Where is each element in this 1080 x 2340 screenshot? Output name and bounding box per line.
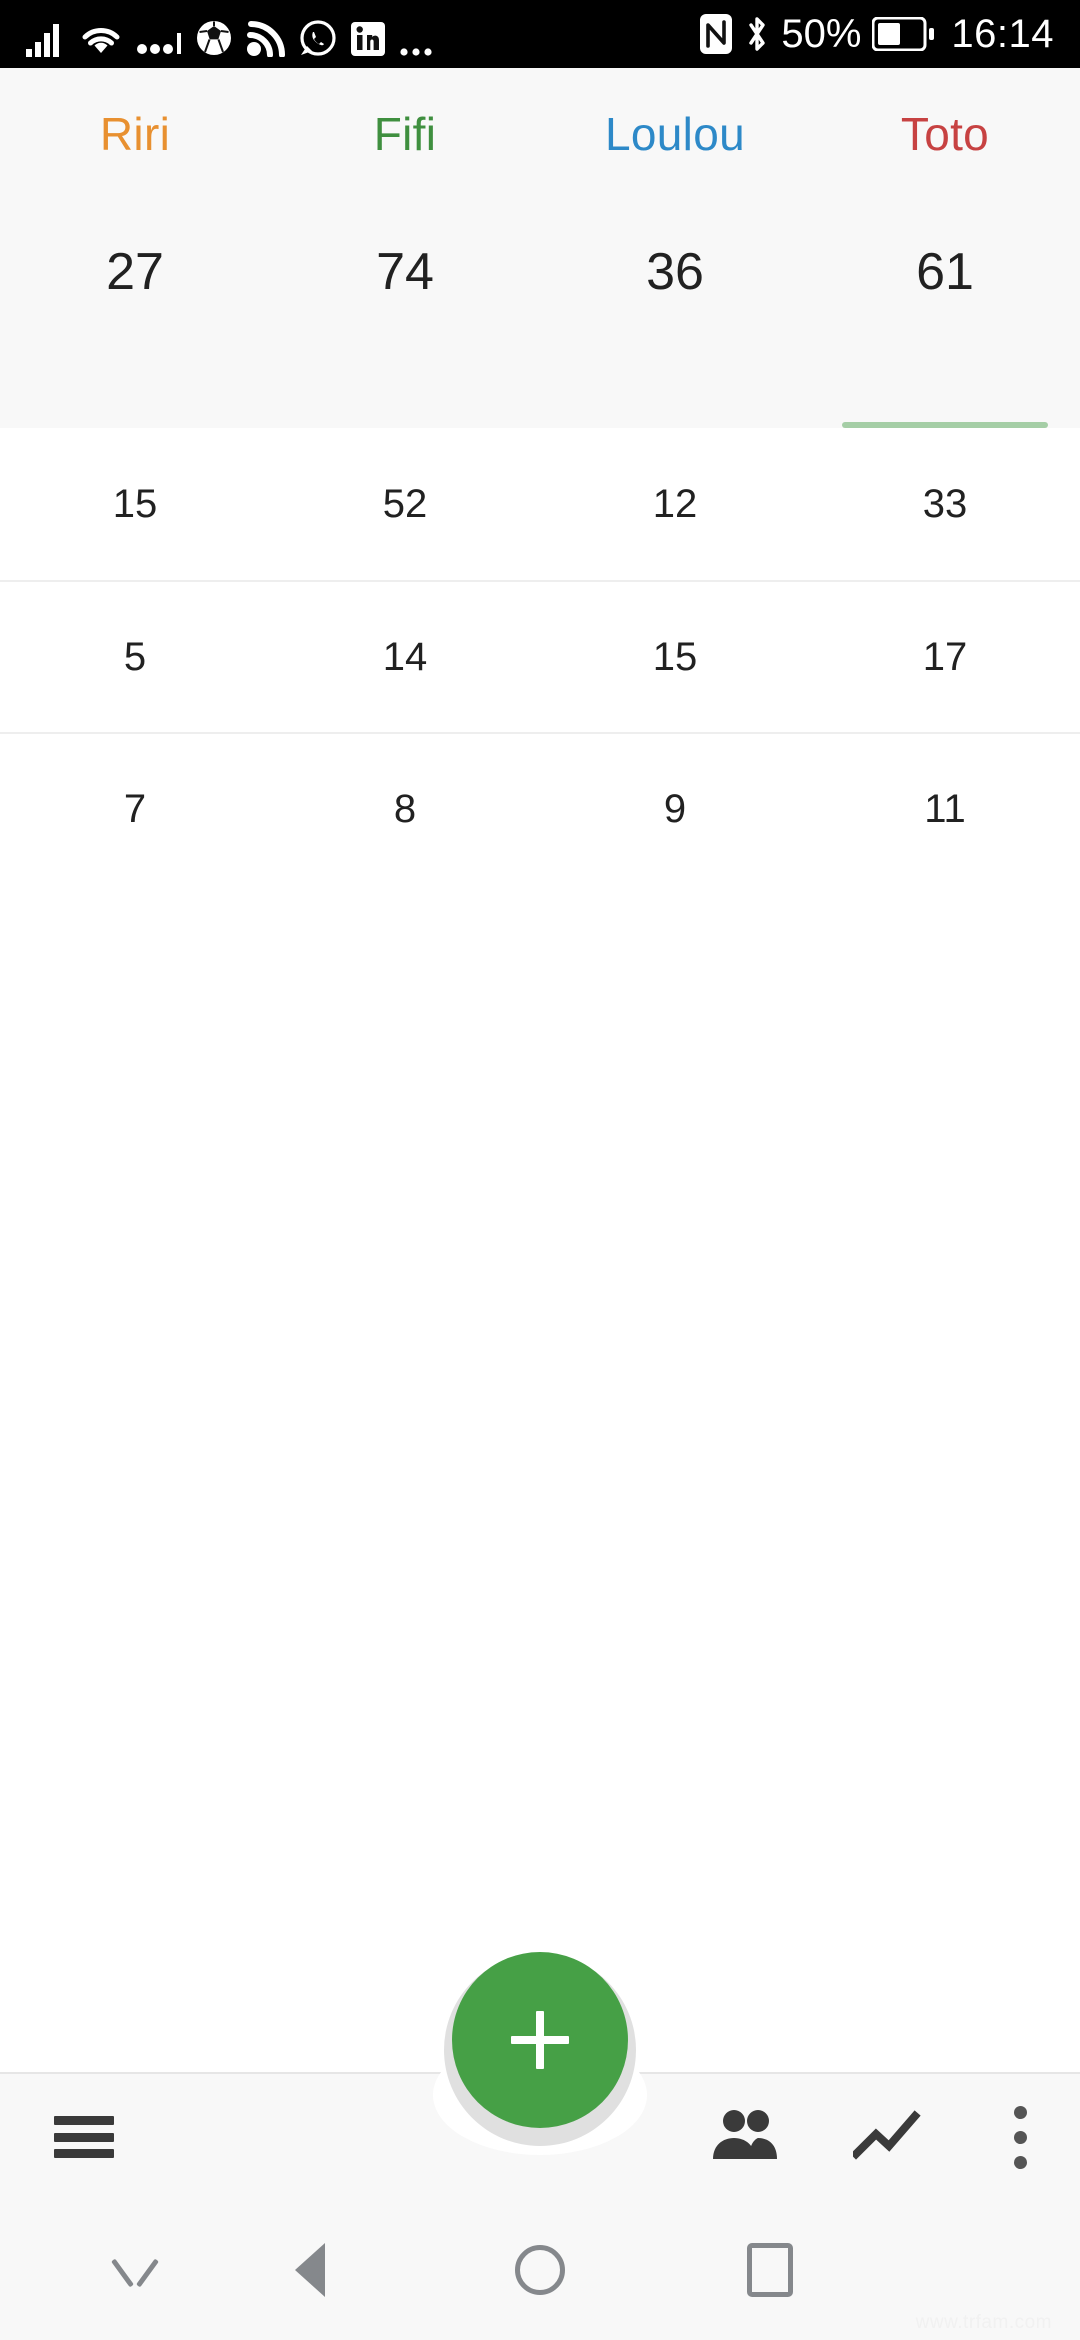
table-cell-value: 15 <box>112 481 158 526</box>
table-cell[interactable]: 33 <box>810 428 1080 580</box>
table-cell[interactable]: 7 <box>0 734 270 884</box>
android-navigation-bar: www.trfam.com <box>0 2200 1080 2340</box>
hide-navbar-button[interactable] <box>50 2200 220 2340</box>
total-cell-fifi[interactable]: 74 <box>270 200 540 428</box>
total-value-toto: 61 <box>916 243 974 301</box>
recents-square-icon <box>747 2243 793 2297</box>
home-button[interactable] <box>455 2200 625 2340</box>
add-fab-button[interactable] <box>452 1952 628 2128</box>
whatsapp-icon <box>299 19 337 57</box>
total-value-fifi: 74 <box>376 243 434 301</box>
hamburger-menu-icon <box>54 2116 114 2158</box>
wifi-icon <box>79 23 123 57</box>
more-notifications-icon <box>399 43 435 57</box>
tab-loulou[interactable]: Loulou <box>540 68 810 200</box>
table-cell-value: 15 <box>652 634 698 679</box>
tab-riri[interactable]: Riri <box>0 68 270 200</box>
table-cell-value: 11 <box>924 786 966 831</box>
tab-bar: Riri Fifi Loulou Toto <box>0 68 1080 200</box>
home-circle-icon <box>515 2245 565 2295</box>
table-cell[interactable]: 11 <box>810 734 1080 884</box>
back-triangle-icon <box>295 2243 325 2297</box>
data-table: 15 52 12 33 5 14 15 17 7 8 9 11 <box>0 428 1080 884</box>
tab-riri-label: Riri <box>99 108 171 160</box>
table-cell[interactable]: 17 <box>810 582 1080 732</box>
table-row[interactable]: 5 14 15 17 <box>0 580 1080 732</box>
battery-percent-label: 50% <box>781 12 862 56</box>
tab-fifi[interactable]: Fifi <box>270 68 540 200</box>
total-cell-loulou[interactable]: 36 <box>540 200 810 428</box>
phone-screen: 50% 16:14 Riri Fifi Loulou Toto 27 74 36… <box>0 0 1080 2340</box>
table-row[interactable]: 7 8 9 11 <box>0 732 1080 884</box>
table-cell-value: 7 <box>123 786 147 831</box>
total-cell-toto[interactable]: 61 <box>810 200 1080 428</box>
table-cell[interactable]: 52 <box>270 428 540 580</box>
table-cell[interactable]: 15 <box>540 582 810 732</box>
total-value-riri: 27 <box>106 243 164 301</box>
table-cell[interactable]: 15 <box>0 428 270 580</box>
clock-label: 16:14 <box>951 12 1054 56</box>
people-button[interactable] <box>685 2074 805 2200</box>
total-cell-riri[interactable]: 27 <box>0 200 270 428</box>
tab-fifi-label: Fifi <box>373 108 437 160</box>
bluetooth-icon <box>744 13 770 55</box>
table-cell-value: 33 <box>922 481 968 526</box>
table-cell-value: 14 <box>382 634 428 679</box>
table-cell[interactable]: 12 <box>540 428 810 580</box>
statistics-button[interactable] <box>828 2074 948 2200</box>
table-cell-value: 17 <box>922 634 968 679</box>
table-cell-value: 8 <box>393 786 417 831</box>
table-cell-value: 9 <box>663 786 687 831</box>
recent-apps-button[interactable] <box>685 2200 855 2340</box>
mobile-data-dots-icon <box>136 31 182 57</box>
people-icon <box>709 2107 781 2168</box>
table-cell[interactable]: 9 <box>540 734 810 884</box>
totals-row: 27 74 36 61 <box>0 200 1080 428</box>
status-bar-right-icons: 50% 16:14 <box>699 11 1054 57</box>
table-row[interactable]: 15 52 12 33 <box>0 428 1080 580</box>
status-bar: 50% 16:14 <box>0 0 1080 68</box>
linkedin-icon <box>350 21 386 57</box>
total-value-loulou: 36 <box>646 243 704 301</box>
cellular-signal-icon <box>26 23 66 57</box>
table-cell-value: 5 <box>123 634 147 679</box>
plus-icon-vertical <box>536 2011 544 2069</box>
overflow-menu-icon <box>1013 2105 1027 2169</box>
tab-loulou-label: Loulou <box>605 108 745 160</box>
table-cell-value: 52 <box>382 481 428 526</box>
watermark-label: www.trfam.com <box>915 2312 1052 2333</box>
more-options-button[interactable] <box>960 2074 1080 2200</box>
table-cell[interactable]: 8 <box>270 734 540 884</box>
nfc-icon <box>699 13 733 55</box>
status-bar-left-icons <box>26 11 435 57</box>
header-section: Riri Fifi Loulou Toto 27 74 36 61 <box>0 68 1080 437</box>
table-cell-value: 12 <box>652 481 698 526</box>
tab-toto[interactable]: Toto <box>810 68 1080 200</box>
trending-chart-icon <box>850 2109 923 2165</box>
battery-icon <box>872 17 935 51</box>
table-cell[interactable]: 14 <box>270 582 540 732</box>
back-button[interactable] <box>225 2200 395 2340</box>
rss-broadcast-icon <box>246 21 286 57</box>
menu-button[interactable] <box>24 2074 144 2200</box>
tab-toto-label: Toto <box>900 108 990 160</box>
chevron-down-icon <box>112 2257 158 2283</box>
soccer-ball-icon <box>195 19 233 57</box>
table-cell[interactable]: 5 <box>0 582 270 732</box>
